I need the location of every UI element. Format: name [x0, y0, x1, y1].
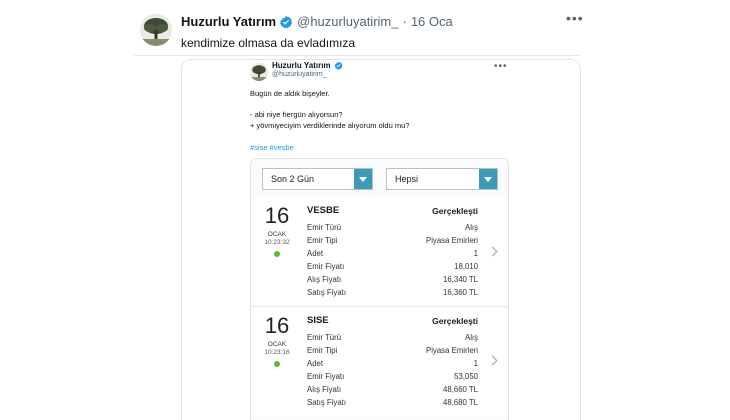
divider: [134, 55, 580, 56]
period-filter-select[interactable]: Son 2 Gün: [262, 168, 373, 190]
tree-avatar-icon: [140, 14, 172, 46]
tweet: Huzurlu Yatırım @huzurluyatirim_ · 16 Oc…: [0, 0, 730, 420]
order-value: 1: [473, 359, 478, 368]
order-label: Satış Fiyatı: [307, 288, 346, 297]
order-label: Adet: [307, 359, 324, 368]
order-status: Gerçekleşti: [432, 316, 478, 326]
order-month: OCAK: [267, 231, 287, 238]
order-value: Piyasa Emirleri: [426, 346, 478, 355]
quoted-text-line: + yövmiyeciyim verdiklerinde alıyorum ol…: [250, 121, 410, 130]
status-dot-icon: [274, 361, 280, 367]
order-symbol: VESBE: [307, 205, 340, 216]
order-label: Alış Fiyatı: [307, 275, 342, 284]
order-value: 1: [473, 249, 478, 258]
verified-badge-icon: [279, 15, 293, 28]
tweet-header: Huzurlu Yatırım @huzurluyatirim_ · 16 Oc…: [181, 14, 453, 29]
type-filter-select[interactable]: Hepsi: [386, 168, 498, 190]
quoted-handle: @huzurluyatirim_: [272, 71, 327, 78]
order-time: 10:23:32: [264, 239, 290, 246]
order-value: 16,340 TL: [443, 275, 478, 284]
avatar[interactable]: [140, 14, 172, 46]
order-value: Piyasa Emirleri: [426, 236, 478, 245]
order-label: Emir Fiyatı: [307, 372, 345, 381]
quoted-text-line: - abi niye hergün alıyorsun?: [250, 110, 343, 119]
order-symbol: SISE: [307, 315, 329, 326]
order-status: Gerçekleşti: [432, 206, 478, 216]
more-horizontal-icon[interactable]: •••: [566, 11, 583, 28]
order-label: Emir Fiyatı: [307, 262, 345, 271]
order-value: Alış: [465, 223, 478, 232]
order-label: Adet: [307, 249, 324, 258]
order-label: Emir Tipi: [307, 236, 338, 245]
verified-badge-icon: [334, 61, 343, 70]
order-label: Satış Fiyatı: [307, 398, 346, 407]
quoted-display-name: Huzurlu Yatırım: [272, 61, 347, 70]
period-filter-value: Son 2 Gün: [271, 174, 315, 184]
chevron-down-icon: [479, 169, 497, 189]
order-day: 16: [264, 203, 290, 228]
separator-dot: ·: [402, 14, 407, 29]
order-value: 16,360 TL: [443, 288, 478, 297]
order-value: Alış: [465, 333, 478, 342]
order-month: OCAK: [267, 341, 287, 348]
order-label: Emir Tipi: [307, 346, 338, 355]
quoted-avatar: [250, 63, 268, 81]
order-value: 48,680 TL: [443, 398, 478, 407]
order-day: 16: [264, 313, 290, 338]
quoted-name-text: Huzurlu Yatırım: [272, 61, 331, 70]
handle[interactable]: @huzurluyatirim_: [297, 14, 398, 29]
order-label: Emir Türü: [307, 223, 342, 232]
order-value: 53,050: [454, 372, 478, 381]
order-value: 48,660 TL: [443, 385, 478, 394]
hashtags[interactable]: #sise #vesbe: [250, 143, 294, 152]
order-label: Alış Fiyatı: [307, 385, 342, 394]
order-label: Emir Türü: [307, 333, 342, 342]
chevron-down-icon: [354, 169, 372, 189]
status-dot-icon: [274, 251, 280, 257]
quoted-text-line: Bugün de aldık bişeyler.: [250, 89, 330, 98]
order-time: 10:23:16: [264, 349, 290, 356]
type-filter-value: Hepsi: [395, 174, 419, 184]
tweet-text: kendimize olmasa da evladımıza: [181, 36, 356, 50]
tweet-date[interactable]: 16 Oca: [411, 14, 453, 29]
display-name[interactable]: Huzurlu Yatırım: [181, 14, 276, 29]
order-divider: [251, 306, 508, 307]
tree-avatar-icon: [250, 63, 268, 81]
more-horizontal-icon: •••: [494, 61, 508, 72]
order-value: 18,010: [454, 262, 478, 271]
